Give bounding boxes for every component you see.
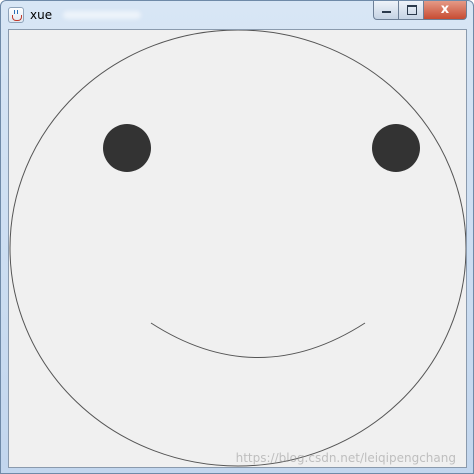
minimize-icon [382,11,391,13]
java-app-icon[interactable] [8,7,24,23]
right-eye [372,124,420,172]
maximize-icon [407,5,417,15]
face-outline [9,30,466,467]
smile-mouth [150,322,366,358]
close-icon: x [440,2,450,17]
window-controls: x [373,1,467,21]
blurred-title-text [63,11,141,19]
close-button[interactable]: x [424,1,467,20]
watermark-text: https://blog.csdn.net/leiqipengchang [235,451,456,465]
title-bar[interactable]: xue x [1,1,473,29]
minimize-button[interactable] [373,1,399,20]
window-title: xue [30,8,53,22]
maximize-button[interactable] [399,1,424,20]
left-eye [103,124,151,172]
drawing-canvas: https://blog.csdn.net/leiqipengchang [8,29,467,468]
smiley-face-drawing [9,30,466,467]
app-window: xue x https://blog.csdn.net/leiqipengcha… [0,0,474,474]
